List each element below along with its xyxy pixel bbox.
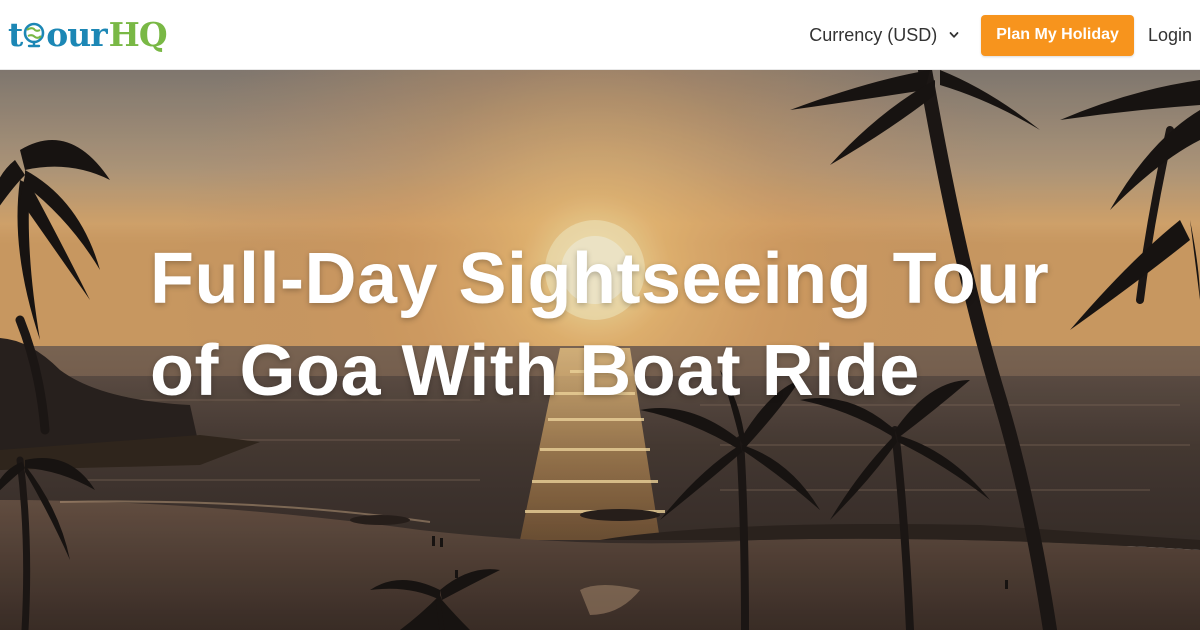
tour-title-line-1: Full-Day Sightseeing Tour <box>150 239 1050 319</box>
header-nav: Currency (USD) Plan My Holiday Login <box>809 0 1200 70</box>
plan-my-holiday-button[interactable]: Plan My Holiday <box>981 14 1134 56</box>
tour-title: Full-Day Sightseeing Tour of Goa With Bo… <box>150 233 1110 417</box>
login-link[interactable]: Login <box>1148 25 1192 46</box>
chevron-down-icon <box>949 32 959 38</box>
currency-selector[interactable]: Currency (USD) <box>809 25 959 46</box>
globe-icon <box>23 20 45 47</box>
currency-label: Currency (USD) <box>809 24 938 45</box>
hero-banner: Full-Day Sightseeing Tour of Goa With Bo… <box>0 70 1200 630</box>
tour-title-line-2: of Goa With Boat Ride <box>150 331 920 411</box>
tourhq-logo[interactable]: t ourHQ <box>8 12 168 56</box>
top-navbar: t ourHQ Currency (USD) Plan My Holiday L… <box>0 0 1200 70</box>
logo-wordmark: t ourHQ <box>8 14 168 54</box>
